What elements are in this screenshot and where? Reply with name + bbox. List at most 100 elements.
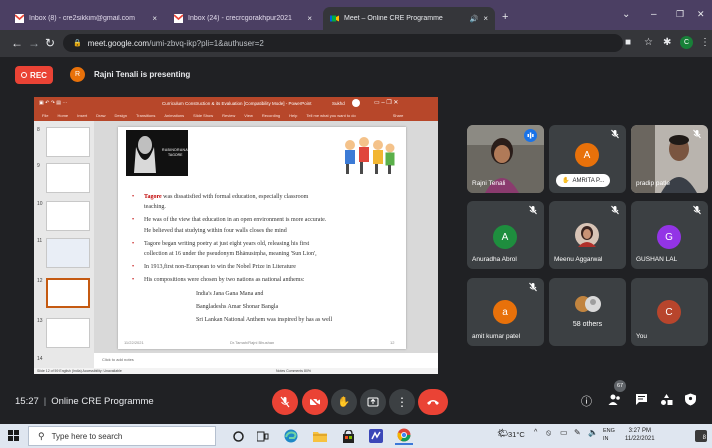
hang-up-icon [427, 400, 439, 405]
tab-gmail-2[interactable]: Inbox (24) - crecrcgorakhpur2021 × [167, 7, 319, 30]
activities-icon[interactable] [660, 393, 673, 406]
volume-icon[interactable]: 🔈 [588, 428, 598, 437]
menu-kebab-icon[interactable]: ⋮ [700, 37, 710, 48]
search-icon: ⚲ [38, 430, 45, 441]
presenter-avatar: R [70, 67, 85, 82]
notes-pane: Click to add notes [94, 353, 438, 368]
taskview-windows-icon[interactable] [254, 427, 272, 445]
minimize-button[interactable]: – [651, 9, 657, 20]
more-vertical-icon: ⋮ [396, 395, 408, 409]
tab-title: Inbox (8) - cre2sikkim@gmail.com [29, 15, 135, 22]
participant-avatar: G [657, 225, 681, 249]
bullet-continuation: He believed that studying within four wa… [144, 227, 287, 234]
slide-author: Dr.Tamah/Rajni Bhushan [230, 340, 275, 345]
more-options-button[interactable]: ⋮ [389, 389, 415, 415]
pen-icon[interactable]: ✎ [574, 428, 581, 437]
microsoft-store-icon[interactable] [339, 427, 357, 445]
powerpoint-titlebar: ▣ ↶ ↷ ▤ ⋯ Curriculum Construction & its … [34, 97, 438, 110]
audio-playing-icon[interactable]: 🔊 [470, 15, 479, 23]
close-window-button[interactable]: ✕ [697, 9, 705, 20]
close-tab-icon[interactable]: × [307, 14, 312, 23]
battery-icon[interactable]: ▭ [560, 428, 568, 437]
participant-tile[interactable]: Meenu Aggarwal [549, 201, 626, 269]
participant-avatar: A [493, 225, 517, 249]
others-avatars-icon [575, 296, 601, 312]
forward-arrow-icon[interactable]: → [28, 36, 40, 50]
participant-name: You [636, 333, 647, 340]
status-left: Slide 12 of 59 English (India) Accessibi… [37, 369, 122, 373]
bullet-item: Tagore was dissatisfied with formal educ… [132, 192, 397, 202]
weather-icon[interactable]: 🌤 [497, 428, 508, 439]
gmail-icon [15, 14, 24, 23]
bullet-text: In 1913,first non-European to win the No… [144, 264, 296, 271]
notification-center-icon[interactable]: 8 [695, 430, 707, 442]
participant-tile[interactable]: pradip patle [631, 125, 708, 193]
tab-search-icon[interactable]: ⌄ [622, 9, 630, 20]
chat-icon[interactable] [635, 393, 648, 406]
task-view-icon[interactable] [229, 427, 247, 445]
bullet-text: His compositions were chosen by two nati… [144, 277, 305, 284]
ribbon-tab: Design [114, 113, 127, 118]
bullet-item: Tagore began writing poetry at just eigh… [132, 239, 397, 249]
participant-photo [575, 223, 599, 247]
meet-icon [330, 14, 339, 23]
windows-start-icon[interactable] [8, 430, 19, 441]
chrome-taskbar-icon[interactable] [395, 427, 413, 445]
tab-gmail-1[interactable]: Inbox (8) - cre2sikkim@gmail.com × [8, 7, 164, 30]
thumb-number: 11 [37, 238, 43, 244]
back-arrow-icon[interactable]: ← [11, 36, 23, 50]
edge-browser-icon[interactable] [282, 427, 300, 445]
profile-avatar[interactable]: C [680, 36, 693, 49]
tray-overflow-icon[interactable]: ^ [534, 429, 537, 436]
participant-tile[interactable]: Rajni Tenali [467, 125, 544, 193]
clock-date: 11/22/2021 [625, 436, 655, 442]
present-now-button[interactable] [360, 389, 386, 415]
participant-tile-self[interactable]: C You [631, 278, 708, 346]
participant-name: GUSHAN LAL [636, 256, 678, 263]
taskbar-clock[interactable]: 3:27 PM 11/22/2021 [625, 427, 655, 443]
rec-label: REC [30, 70, 47, 80]
bullet-item: His compositions were chosen by two nati… [132, 275, 397, 285]
raise-hand-button[interactable]: ✋ [331, 389, 357, 415]
file-explorer-icon[interactable] [311, 427, 329, 445]
mic-toggle-button[interactable] [272, 389, 298, 415]
participant-tile[interactable]: A ✋ AMRITA P... [549, 125, 626, 193]
leave-call-button[interactable] [418, 389, 448, 415]
ribbon-tab: Animations [164, 113, 185, 118]
mail-app-icon[interactable] [367, 427, 385, 445]
language-indicator[interactable]: ENG IN [603, 427, 615, 443]
close-tab-icon[interactable]: × [483, 14, 488, 23]
search-placeholder: Type here to search [51, 431, 123, 441]
participant-name: Rajni Tenali [472, 180, 506, 187]
participant-tile-others[interactable]: 58 others [549, 278, 626, 346]
portrait-caption: TAGORE [168, 153, 183, 157]
slide-thumbnail [46, 163, 90, 193]
tab-meet[interactable]: Meet – Online CRE Programme 🔊 × [323, 7, 495, 30]
close-tab-icon[interactable]: × [152, 14, 157, 23]
bullet-text: was dissatisfied with formal education, … [161, 194, 309, 200]
participant-tile[interactable]: G GUSHAN LAL [631, 201, 708, 269]
new-tab-button[interactable]: + [502, 11, 508, 23]
extensions-icon[interactable]: ✱ [663, 37, 671, 48]
ribbon-tab: Help [289, 113, 298, 118]
weather-temperature[interactable]: 31°C [508, 430, 525, 439]
restore-button[interactable]: ❐ [676, 9, 684, 20]
speaking-indicator-icon [524, 129, 537, 142]
participant-tile[interactable]: A Anuradha Abrol [467, 201, 544, 269]
camera-toggle-button[interactable] [302, 389, 328, 415]
camera-in-use-icon[interactable]: ■ [625, 37, 631, 48]
address-bar[interactable]: 🔒 meet.google.com /umi-zbvq-ikp?pli=1&au… [63, 34, 623, 52]
people-icon[interactable] [608, 393, 621, 406]
taskbar-search-box[interactable]: ⚲ Type here to search [28, 426, 216, 446]
ribbon-tab: Home [57, 113, 69, 118]
network-icon[interactable]: ⦸ [546, 428, 551, 438]
people-count-badge: 67 [614, 380, 626, 392]
bookmark-star-icon[interactable]: ☆ [644, 37, 653, 48]
reload-icon[interactable]: ↻ [45, 36, 55, 50]
portrait-figure [134, 136, 156, 173]
participant-tile[interactable]: a amit kumar patel [467, 278, 544, 346]
thumb-number: 12 [37, 278, 43, 284]
host-controls-icon[interactable] [684, 393, 697, 406]
slide-thumbnail-selected [46, 278, 90, 308]
meeting-details-icon[interactable]: ⓘ [581, 393, 592, 409]
